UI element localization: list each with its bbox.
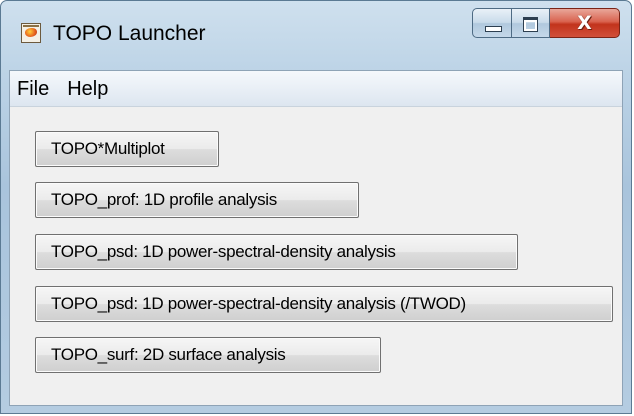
- menu-bar: File Help: [10, 71, 622, 107]
- topo-multiplot-button[interactable]: TOPO*Multiplot: [35, 131, 219, 167]
- menu-file[interactable]: File: [10, 72, 58, 106]
- close-button[interactable]: X: [550, 8, 620, 38]
- topo-surf-button[interactable]: TOPO_surf: 2D surface analysis: [35, 337, 381, 373]
- title-bar[interactable]: TOPO Launcher X: [1, 1, 631, 61]
- window-title: TOPO Launcher: [53, 22, 206, 45]
- caption-buttons: X: [472, 8, 620, 42]
- topo-prof-button[interactable]: TOPO_prof: 1D profile analysis: [35, 182, 359, 218]
- maximize-button[interactable]: [512, 8, 550, 38]
- minimize-icon: [485, 26, 502, 32]
- minimize-button[interactable]: [472, 8, 512, 38]
- maximize-icon: [523, 17, 538, 32]
- topo-psd-button[interactable]: TOPO_psd: 1D power-spectral-density anal…: [35, 234, 518, 270]
- topo-psd-twod-button[interactable]: TOPO_psd: 1D power-spectral-density anal…: [35, 286, 613, 322]
- close-icon: X: [577, 12, 592, 34]
- topo-app-icon[interactable]: [21, 23, 41, 43]
- menu-help[interactable]: Help: [58, 72, 117, 106]
